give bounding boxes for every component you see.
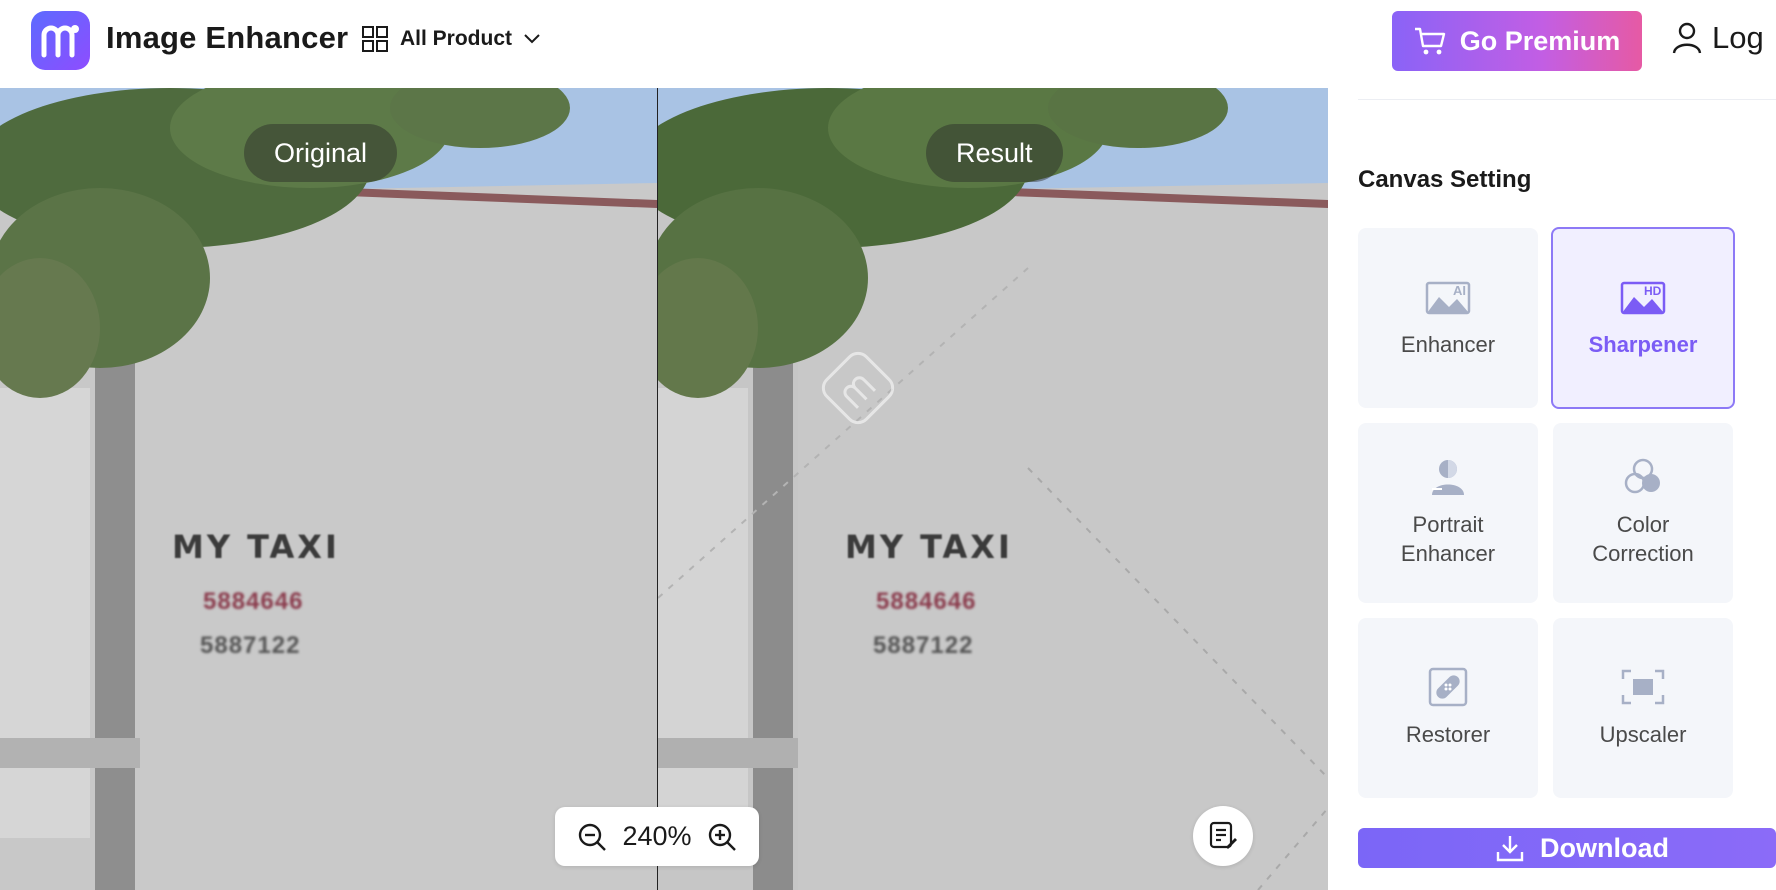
original-panel: MY TAXI 5884646 5887122 Original bbox=[0, 88, 657, 890]
ai-image-icon: AI bbox=[1425, 281, 1471, 314]
cart-icon bbox=[1414, 27, 1445, 55]
login-button[interactable]: Log bbox=[1672, 20, 1764, 56]
svg-text:AI: AI bbox=[1453, 283, 1466, 298]
user-icon bbox=[1672, 22, 1702, 54]
tool-label: Enhancer bbox=[1400, 331, 1496, 357]
all-product-label: All Product bbox=[400, 27, 513, 50]
settings-sidebar: Canvas Setting AI Enhancer HD Sharpener bbox=[1328, 88, 1776, 890]
zoom-in-icon bbox=[708, 823, 736, 851]
photo-phone-1: 5884646 bbox=[876, 588, 977, 615]
app-title: Image Enhancer bbox=[106, 20, 349, 55]
download-icon bbox=[1496, 836, 1524, 862]
login-label: Log bbox=[1712, 20, 1764, 55]
tool-card-upscaler[interactable]: Upscaler bbox=[1553, 618, 1733, 798]
result-photo bbox=[658, 88, 1328, 890]
go-premium-button[interactable]: Go Premium bbox=[1392, 11, 1642, 71]
comparison-canvas[interactable]: MY TAXI 5884646 5887122 Original MY TAXI… bbox=[0, 88, 1328, 890]
notes-edit-icon bbox=[1209, 821, 1237, 849]
zoom-in-button[interactable] bbox=[707, 822, 737, 852]
result-panel: MY TAXI 5884646 5887122 Result bbox=[658, 88, 1328, 890]
zoom-control: 240% bbox=[555, 807, 759, 866]
grid-icon bbox=[362, 26, 388, 52]
logo-m-icon bbox=[41, 24, 79, 57]
feedback-button[interactable] bbox=[1193, 806, 1253, 866]
zoom-out-button[interactable] bbox=[577, 822, 607, 852]
download-button[interactable]: Download bbox=[1358, 828, 1776, 868]
download-label: Download bbox=[1540, 832, 1669, 863]
portrait-icon bbox=[1432, 460, 1464, 496]
tool-label: Color Correction bbox=[1592, 512, 1694, 566]
tool-card-enhancer[interactable]: AI Enhancer bbox=[1358, 228, 1538, 408]
tool-label: Portrait Enhancer bbox=[1400, 512, 1496, 566]
tool-label: Sharpener bbox=[1588, 331, 1698, 357]
app-logo[interactable] bbox=[31, 11, 90, 70]
original-photo bbox=[0, 88, 657, 890]
tool-card-portrait-enhancer[interactable]: Portrait Enhancer bbox=[1358, 423, 1538, 603]
go-premium-label: Go Premium bbox=[1459, 25, 1621, 56]
photo-sign-text: MY TAXI bbox=[845, 528, 1013, 566]
tool-label: Restorer bbox=[1405, 721, 1491, 747]
canvas-setting-title: Canvas Setting bbox=[1358, 166, 1532, 193]
result-label: Result bbox=[926, 124, 1063, 182]
tool-label: Upscaler bbox=[1599, 721, 1687, 747]
photo-sign-text: MY TAXI bbox=[172, 528, 340, 566]
expand-icon bbox=[1621, 669, 1665, 704]
chevron-down-icon bbox=[524, 34, 540, 44]
bandage-icon bbox=[1428, 667, 1468, 706]
svg-text:HD: HD bbox=[1644, 284, 1662, 298]
hd-image-icon: HD bbox=[1620, 281, 1666, 314]
color-circles-icon bbox=[1624, 459, 1660, 494]
zoom-out-icon bbox=[578, 823, 606, 851]
divider bbox=[1358, 99, 1776, 100]
tool-card-color-correction[interactable]: Color Correction bbox=[1553, 423, 1733, 603]
zoom-value: 240% bbox=[622, 821, 692, 851]
all-product-menu[interactable]: All Product bbox=[362, 26, 540, 52]
tool-card-sharpener[interactable]: HD Sharpener bbox=[1551, 227, 1735, 409]
top-header: Image Enhancer All Product Go Premium Lo… bbox=[0, 0, 1776, 88]
original-label: Original bbox=[244, 124, 398, 182]
photo-phone-2: 5887122 bbox=[200, 632, 301, 659]
photo-phone-1: 5884646 bbox=[203, 588, 304, 615]
photo-phone-2: 5887122 bbox=[873, 632, 974, 659]
tool-card-restorer[interactable]: Restorer bbox=[1358, 618, 1538, 798]
